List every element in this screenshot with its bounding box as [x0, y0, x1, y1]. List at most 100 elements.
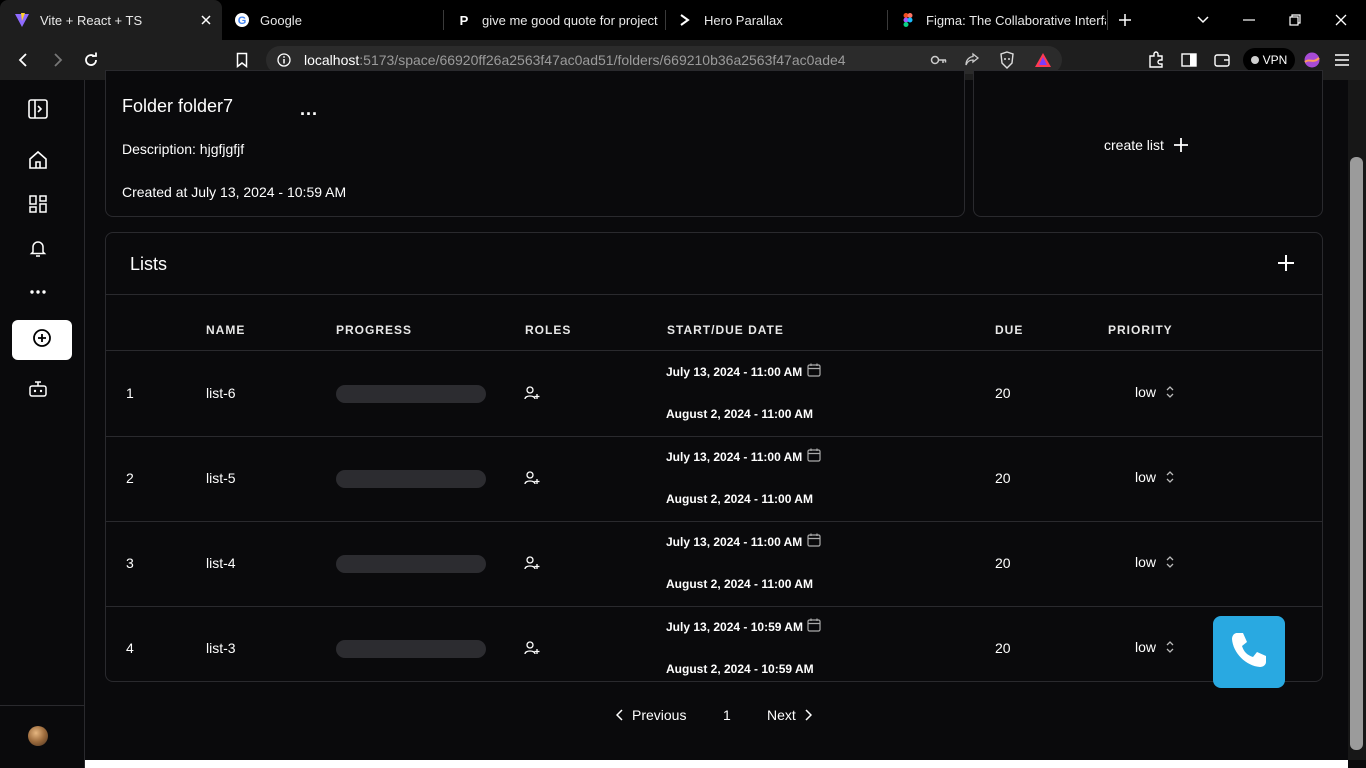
tab-search-chevron-icon[interactable] [1180, 0, 1226, 40]
tab-vite-react-ts[interactable]: Vite + React + TS [0, 0, 222, 40]
due-value: 20 [995, 470, 1011, 486]
progress-bar [336, 385, 486, 403]
priority-select[interactable]: low [1135, 469, 1174, 485]
priority-value: low [1135, 639, 1157, 655]
add-user-icon[interactable] [524, 470, 542, 488]
list-name[interactable]: list-3 [206, 640, 236, 656]
forward-arrow-icon[interactable] [43, 46, 71, 74]
list-name[interactable]: list-6 [206, 385, 236, 401]
svg-text:G: G [238, 15, 247, 27]
previous-page-button[interactable]: Previous [616, 707, 686, 723]
column-header-due: DUE [995, 323, 1024, 337]
vpn-status-dot [1250, 56, 1259, 64]
vite-logo-icon [14, 12, 30, 28]
column-header-roles: ROLES [525, 323, 572, 337]
table-row[interactable]: 4 list-3 July 13, 2024 - 10:59 AM August… [106, 606, 1322, 691]
chevron-up-down-icon [1166, 641, 1174, 653]
tab-title: Figma: The Collaborative Interfac [926, 12, 1106, 28]
tab-perplexity[interactable]: P give me good quote for project m [444, 0, 664, 40]
add-user-icon[interactable] [524, 385, 542, 403]
dashboard-grid-icon[interactable] [24, 190, 52, 218]
vpn-label: VPN [1262, 53, 1288, 67]
priority-select[interactable]: low [1135, 384, 1174, 400]
reload-icon[interactable] [77, 46, 105, 74]
tab-google[interactable]: G Google [222, 0, 442, 40]
tab-hero-parallax[interactable]: Hero Parallax [666, 0, 886, 40]
chevron-up-down-icon [1166, 471, 1174, 483]
chevron-right-icon [804, 709, 812, 721]
due-value: 20 [995, 555, 1011, 571]
folder-more-button[interactable]: ... [300, 99, 318, 120]
minimize-icon[interactable] [1226, 0, 1272, 40]
close-tab-icon[interactable] [196, 10, 216, 30]
folder-created-at: Created at July 13, 2024 - 10:59 AM [122, 184, 347, 200]
next-page-button[interactable]: Next [767, 707, 812, 723]
start-date: July 13, 2024 - 11:00 AM [666, 535, 803, 549]
call-button[interactable] [1213, 616, 1285, 688]
url-host: localhost [304, 52, 360, 68]
row-index: 4 [126, 640, 134, 656]
priority-select[interactable]: low [1135, 639, 1174, 655]
chevron-up-down-icon [1166, 386, 1174, 398]
chevron-up-down-icon [1166, 556, 1174, 568]
page-number-button[interactable]: 1 [723, 707, 731, 723]
start-date: July 13, 2024 - 11:00 AM [666, 450, 803, 464]
add-user-icon[interactable] [524, 640, 542, 658]
menu-icon[interactable] [1328, 46, 1356, 74]
page-bottom-edge [85, 760, 1348, 768]
browser-tab-bar: Vite + React + TS G Google P give me goo… [0, 0, 1366, 40]
home-icon[interactable] [24, 146, 52, 174]
add-list-button[interactable] [1274, 251, 1298, 275]
due-date: August 2, 2024 - 11:00 AM [666, 577, 813, 591]
progress-bar [336, 555, 486, 573]
column-header-date: START/DUE DATE [667, 323, 784, 337]
vpn-button[interactable]: VPN [1243, 48, 1295, 72]
calendar-icon[interactable] [807, 363, 823, 379]
table-row[interactable]: 3 list-4 July 13, 2024 - 11:00 AM August… [106, 521, 1322, 606]
scrollbar-thumb[interactable] [1350, 157, 1363, 750]
due-value: 20 [995, 385, 1011, 401]
create-button[interactable] [12, 320, 72, 360]
due-date: August 2, 2024 - 11:00 AM [666, 407, 813, 421]
calendar-icon[interactable] [807, 533, 823, 549]
table-row[interactable]: 2 list-5 July 13, 2024 - 11:00 AM August… [106, 436, 1322, 521]
priority-select[interactable]: low [1135, 554, 1174, 570]
chevron-left-icon [616, 709, 624, 721]
bot-icon[interactable] [24, 375, 52, 403]
folder-info-card: Folder folder7 ... Description: hjgfjgfj… [105, 70, 965, 217]
start-date: July 13, 2024 - 10:59 AM [666, 620, 803, 634]
terminal-prompt-icon [678, 12, 694, 28]
list-name[interactable]: list-4 [206, 555, 236, 571]
bell-icon[interactable] [24, 234, 52, 262]
row-index: 1 [126, 385, 134, 401]
restore-icon[interactable] [1272, 0, 1318, 40]
phone-icon [1228, 629, 1270, 676]
collapse-sidebar-icon[interactable] [24, 95, 52, 123]
tab-figma[interactable]: Figma: The Collaborative Interfac [888, 0, 1106, 40]
table-row[interactable]: 1 list-6 July 13, 2024 - 11:00 AM August… [106, 351, 1322, 436]
lists-title: Lists [130, 254, 168, 274]
more-horizontal-icon[interactable] [24, 278, 52, 306]
back-arrow-icon[interactable] [10, 46, 38, 74]
next-label: Next [767, 707, 796, 723]
start-date: July 13, 2024 - 11:00 AM [666, 365, 803, 379]
app-sidebar [0, 80, 85, 768]
add-user-icon[interactable] [524, 555, 542, 573]
create-list-button[interactable]: create list [1104, 137, 1188, 153]
due-value: 20 [995, 640, 1011, 656]
close-window-icon[interactable] [1318, 0, 1364, 40]
lists-card: Lists NAME PROGRESS ROLES START/DUE DATE… [105, 232, 1323, 682]
list-name[interactable]: list-5 [206, 470, 236, 486]
progress-bar [336, 470, 486, 488]
google-logo-icon: G [234, 12, 250, 28]
calendar-icon[interactable] [807, 448, 823, 464]
new-tab-icon[interactable] [1107, 0, 1143, 40]
column-header-priority: PRIORITY [1108, 323, 1173, 337]
tab-title: Google [260, 12, 302, 28]
priority-value: low [1135, 554, 1157, 570]
calendar-icon[interactable] [807, 618, 823, 634]
folder-description: Description: hjgfjgfjf [122, 141, 245, 157]
priority-value: low [1135, 469, 1157, 485]
due-date: August 2, 2024 - 11:00 AM [666, 492, 813, 506]
user-avatar[interactable] [28, 726, 48, 746]
